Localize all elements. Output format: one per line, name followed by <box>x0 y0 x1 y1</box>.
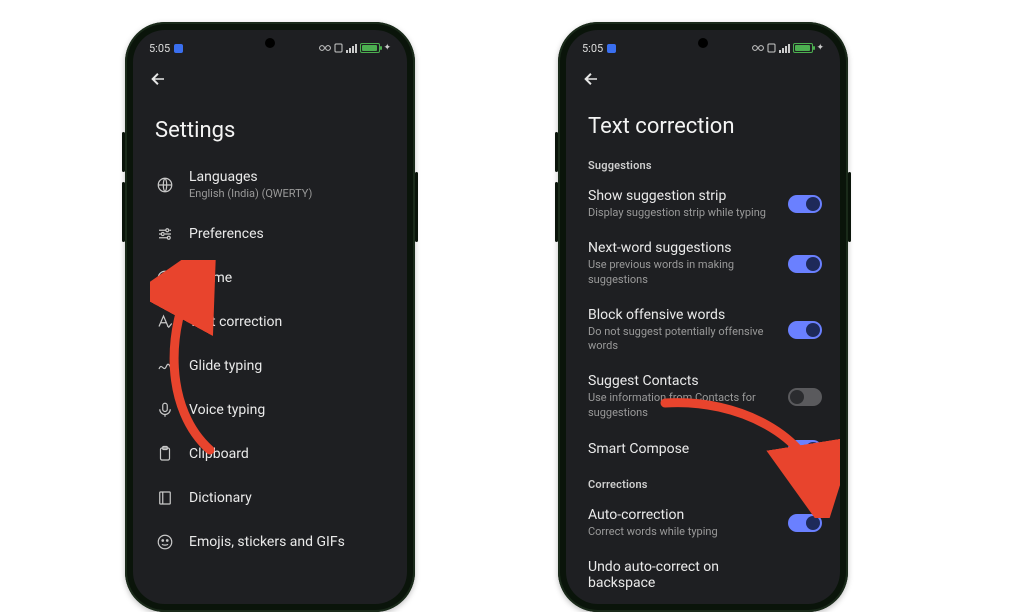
toggle-switch[interactable] <box>788 321 822 339</box>
toggle-label: Undo auto-correct on backspace <box>588 559 778 591</box>
phone-mock-right: 5:05 ✦ Text correction Suggestions <box>558 22 848 612</box>
settings-item-sub: English (India) (QWERTY) <box>189 187 312 200</box>
arrow-left-icon <box>582 70 600 88</box>
toggle-row-auto-correction[interactable]: Auto-correction Correct words while typi… <box>566 497 840 549</box>
back-button[interactable] <box>147 68 169 90</box>
sim-icon <box>767 43 776 53</box>
settings-item-label: Languages <box>189 169 312 185</box>
toggle-sub: Correct words while typing <box>588 525 718 539</box>
screen-right: 5:05 ✦ Text correction Suggestions <box>566 30 840 604</box>
section-header-suggestions: Suggestions <box>566 149 840 178</box>
toggle-label: Block offensive words <box>588 307 778 323</box>
status-indicator-icon <box>607 44 616 53</box>
vpn-icon <box>752 43 764 53</box>
settings-item-languages[interactable]: Languages English (India) (QWERTY) <box>133 157 407 212</box>
text-correction-icon <box>155 312 175 332</box>
toggle-switch[interactable] <box>788 255 822 273</box>
back-button[interactable] <box>580 68 602 90</box>
toggle-switch[interactable] <box>788 388 822 406</box>
battery-icon <box>360 43 380 53</box>
settings-item-glide-typing[interactable]: Glide typing <box>133 344 407 388</box>
status-time: 5:05 <box>149 42 170 55</box>
toggle-switch[interactable] <box>788 195 822 213</box>
charging-icon: ✦ <box>816 43 824 53</box>
sliders-icon <box>155 224 175 244</box>
status-time: 5:05 <box>582 42 603 55</box>
settings-item-emojis[interactable]: Emojis, stickers and GIFs <box>133 520 407 564</box>
camera-notch <box>698 38 708 48</box>
settings-item-clipboard[interactable]: Clipboard <box>133 432 407 476</box>
settings-item-label: Voice typing <box>189 402 265 418</box>
toggle-label: Suggest Contacts <box>588 373 778 389</box>
toggle-sub: Display suggestion strip while typing <box>588 206 766 220</box>
camera-notch <box>265 38 275 48</box>
battery-icon <box>793 43 813 53</box>
settings-item-label: Glide typing <box>189 358 262 374</box>
clipboard-icon <box>155 444 175 464</box>
screen-left: 5:05 ✦ <box>133 30 407 604</box>
toggle-row-next-word-suggestions[interactable]: Next-word suggestions Use previous words… <box>566 230 840 297</box>
app-bar <box>133 58 407 96</box>
phone-mock-left: 5:05 ✦ <box>125 22 415 612</box>
palette-icon <box>155 268 175 288</box>
emoji-icon <box>155 532 175 552</box>
toggle-row-undo-auto-correct[interactable]: Undo auto-correct on backspace <box>566 549 840 601</box>
signal-icon <box>346 44 357 53</box>
section-header-corrections: Corrections <box>566 468 840 497</box>
toggle-label: Show suggestion strip <box>588 188 766 204</box>
toggle-label: Auto-correction <box>588 507 718 523</box>
page-title: Settings <box>133 96 407 157</box>
settings-item-label: Text correction <box>189 314 282 330</box>
settings-item-label: Preferences <box>189 226 264 242</box>
charging-icon: ✦ <box>383 43 391 53</box>
mic-icon <box>155 400 175 420</box>
gesture-icon <box>155 356 175 376</box>
toggle-switch[interactable] <box>788 440 822 458</box>
arrow-left-icon <box>149 70 167 88</box>
toggle-row-smart-compose[interactable]: Smart Compose <box>566 430 840 468</box>
toggle-label: Next-word suggestions <box>588 240 778 256</box>
sim-icon <box>334 43 343 53</box>
vpn-icon <box>319 43 331 53</box>
toggle-row-show-suggestion-strip[interactable]: Show suggestion strip Display suggestion… <box>566 178 840 230</box>
toggle-sub: Use previous words in making suggestions <box>588 258 778 287</box>
toggle-label: Smart Compose <box>588 441 689 457</box>
toggle-row-block-offensive-words[interactable]: Block offensive words Do not suggest pot… <box>566 297 840 364</box>
toggle-sub: Use information from Contacts for sugges… <box>588 391 778 420</box>
settings-item-label: Clipboard <box>189 446 249 462</box>
settings-item-voice-typing[interactable]: Voice typing <box>133 388 407 432</box>
globe-icon <box>155 175 175 195</box>
book-icon <box>155 488 175 508</box>
toggle-sub: Do not suggest potentially offensive wor… <box>588 325 778 354</box>
page-title: Text correction <box>566 96 840 149</box>
settings-item-label: Emojis, stickers and GIFs <box>189 534 345 550</box>
settings-item-dictionary[interactable]: Dictionary <box>133 476 407 520</box>
settings-item-label: Dictionary <box>189 490 252 506</box>
toggle-switch[interactable] <box>788 514 822 532</box>
settings-item-label: Theme <box>189 270 232 286</box>
signal-icon <box>779 44 790 53</box>
settings-item-preferences[interactable]: Preferences <box>133 212 407 256</box>
settings-item-text-correction[interactable]: Text correction <box>133 300 407 344</box>
status-indicator-icon <box>174 44 183 53</box>
toggle-row-suggest-contacts[interactable]: Suggest Contacts Use information from Co… <box>566 363 840 430</box>
settings-list: Languages English (India) (QWERTY) Prefe… <box>133 157 407 564</box>
app-bar <box>566 58 840 96</box>
settings-item-theme[interactable]: Theme <box>133 256 407 300</box>
